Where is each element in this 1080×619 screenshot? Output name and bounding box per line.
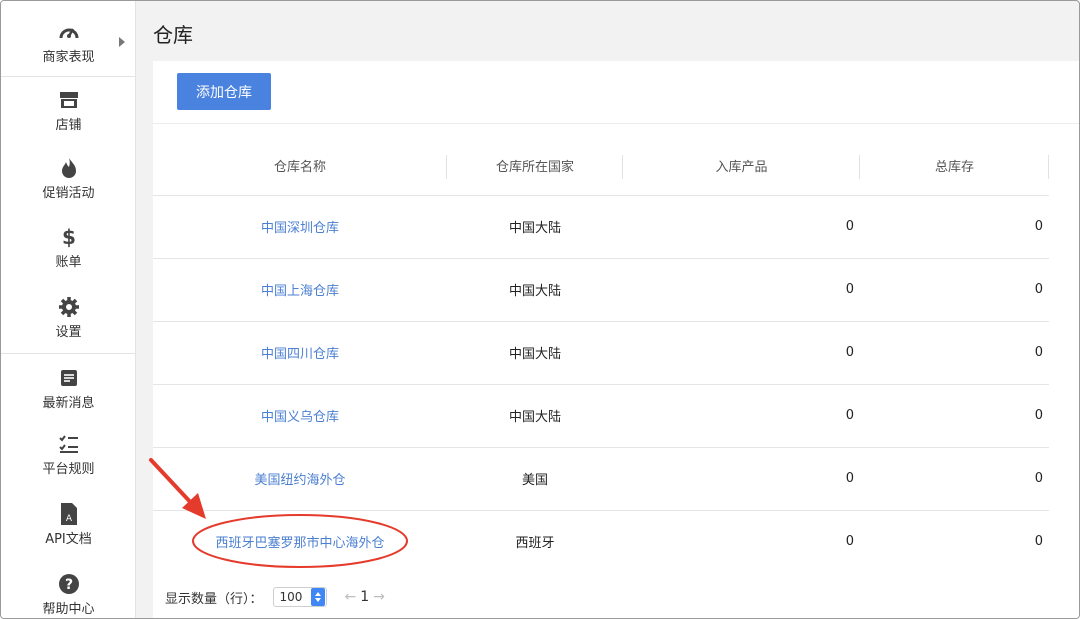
sidebar-item-help-center[interactable]: ? 帮助中心 xyxy=(1,561,136,618)
total-stock: 0 xyxy=(860,258,1049,322)
total-stock: 0 xyxy=(860,321,1049,385)
question-icon: ? xyxy=(58,572,80,596)
table-row: 美国纽约海外仓 美国 0 0 xyxy=(153,447,1049,511)
warehouse-name-link[interactable]: 西班牙巴塞罗那市中心海外仓 xyxy=(215,536,384,551)
page-number[interactable]: 1 xyxy=(360,589,369,605)
sidebar-item-store[interactable]: 店铺 xyxy=(1,77,136,143)
warehouse-country: 中国大陆 xyxy=(447,321,623,385)
app-window: 商家表现 店铺 促销活动 $ 账单 设置 最新消息 平台规则 A API文档 ?… xyxy=(0,0,1080,619)
chevron-right-icon[interactable] xyxy=(119,37,125,47)
table-row: 中国义乌仓库 中国大陆 0 0 xyxy=(153,384,1049,448)
sidebar-divider xyxy=(1,353,136,354)
warehouse-country: 西班牙 xyxy=(515,536,555,552)
inbound-count: 0 xyxy=(623,258,860,322)
table-row: 中国上海仓库 中国大陆 0 0 xyxy=(153,258,1049,322)
sidebar-item-label: 店铺 xyxy=(55,117,82,133)
inbound-count: 0 xyxy=(623,384,860,448)
add-warehouse-button[interactable]: 添加仓库 xyxy=(177,73,271,110)
rows-per-page-label: 显示数量（行）： xyxy=(165,591,263,607)
sidebar: 商家表现 店铺 促销活动 $ 账单 设置 最新消息 平台规则 A API文档 ?… xyxy=(1,1,136,618)
dollar-icon: $ xyxy=(61,225,77,249)
speedometer-icon xyxy=(58,20,80,44)
select-arrows-icon xyxy=(310,588,325,606)
column-header-inbound[interactable]: 入库产品 xyxy=(623,137,860,196)
page-size-value: 100 xyxy=(279,590,303,604)
inbound-count: 0 xyxy=(623,447,860,511)
sidebar-item-label: 账单 xyxy=(55,254,82,270)
news-icon xyxy=(59,366,79,390)
total-stock: 0 xyxy=(860,447,1049,511)
table-row: 西班牙巴塞罗那市中心海外仓 西班牙 0 0 xyxy=(153,510,1049,573)
sidebar-item-api-docs[interactable]: A API文档 xyxy=(1,491,136,557)
table-row: 中国四川仓库 中国大陆 0 0 xyxy=(153,321,1049,385)
total-stock: 0 xyxy=(860,384,1049,448)
pagination: 显示数量（行）： 100 ← 1 → xyxy=(165,587,385,607)
flame-icon xyxy=(59,156,79,180)
warehouse-name-link[interactable]: 中国上海仓库 xyxy=(261,284,339,299)
sidebar-item-label: 最新消息 xyxy=(42,395,95,411)
sidebar-item-merchant-performance[interactable]: 商家表现 xyxy=(1,9,136,75)
warehouse-country: 中国大陆 xyxy=(447,195,623,259)
warehouse-table: 仓库名称 仓库所在国家 入库产品 总库存 中国深圳仓库 中国大陆 0 0 中国上… xyxy=(153,137,1049,573)
checklist-icon xyxy=(58,432,80,456)
sidebar-item-label: 帮助中心 xyxy=(42,601,95,617)
table-header-row: 仓库名称 仓库所在国家 入库产品 总库存 xyxy=(153,137,1049,196)
total-stock: 0 xyxy=(1034,534,1043,550)
gear-icon xyxy=(58,295,80,319)
prev-page-button[interactable]: ← xyxy=(345,589,357,605)
sidebar-item-label: 商家表现 xyxy=(42,49,95,65)
sidebar-item-label: API文档 xyxy=(45,531,92,547)
svg-text:A: A xyxy=(65,514,72,524)
table-row: 中国深圳仓库 中国大陆 0 0 xyxy=(153,195,1049,259)
inbound-count: 0 xyxy=(623,195,860,259)
sidebar-item-label: 平台规则 xyxy=(42,461,95,477)
panel-divider xyxy=(153,123,1079,124)
warehouse-name-link[interactable]: 中国深圳仓库 xyxy=(261,221,339,236)
document-icon: A xyxy=(60,502,78,526)
sidebar-item-latest-news[interactable]: 最新消息 xyxy=(1,355,136,421)
warehouse-country: 中国大陆 xyxy=(447,258,623,322)
warehouse-country: 美国 xyxy=(447,447,623,511)
next-page-button[interactable]: → xyxy=(373,589,385,605)
warehouse-country: 中国大陆 xyxy=(447,384,623,448)
sidebar-item-label: 促销活动 xyxy=(42,185,95,201)
sidebar-item-settings[interactable]: 设置 xyxy=(1,284,136,350)
sidebar-item-platform-rules[interactable]: 平台规则 xyxy=(1,421,136,487)
svg-text:?: ? xyxy=(64,577,72,593)
warehouse-name-link[interactable]: 中国义乌仓库 xyxy=(261,410,339,425)
warehouse-panel: 添加仓库 仓库名称 仓库所在国家 入库产品 总库存 中国深圳仓库 中国大陆 0 … xyxy=(153,61,1079,618)
sidebar-item-promotions[interactable]: 促销活动 xyxy=(1,145,136,211)
page-size-select[interactable]: 100 xyxy=(272,587,327,607)
inbound-count: 0 xyxy=(623,321,860,385)
sidebar-item-billing[interactable]: $ 账单 xyxy=(1,214,136,280)
warehouse-name-link[interactable]: 美国纽约海外仓 xyxy=(254,473,345,488)
svg-text:$: $ xyxy=(62,226,76,248)
inbound-count: 0 xyxy=(845,534,854,550)
column-header-total-stock[interactable]: 总库存 xyxy=(860,137,1049,196)
store-icon xyxy=(58,88,80,112)
column-header-name[interactable]: 仓库名称 xyxy=(153,137,447,196)
sidebar-item-label: 设置 xyxy=(55,324,82,340)
warehouse-name-link[interactable]: 中国四川仓库 xyxy=(261,347,339,362)
total-stock: 0 xyxy=(860,195,1049,259)
column-header-country[interactable]: 仓库所在国家 xyxy=(447,137,623,196)
page-title: 仓库 xyxy=(153,23,193,47)
